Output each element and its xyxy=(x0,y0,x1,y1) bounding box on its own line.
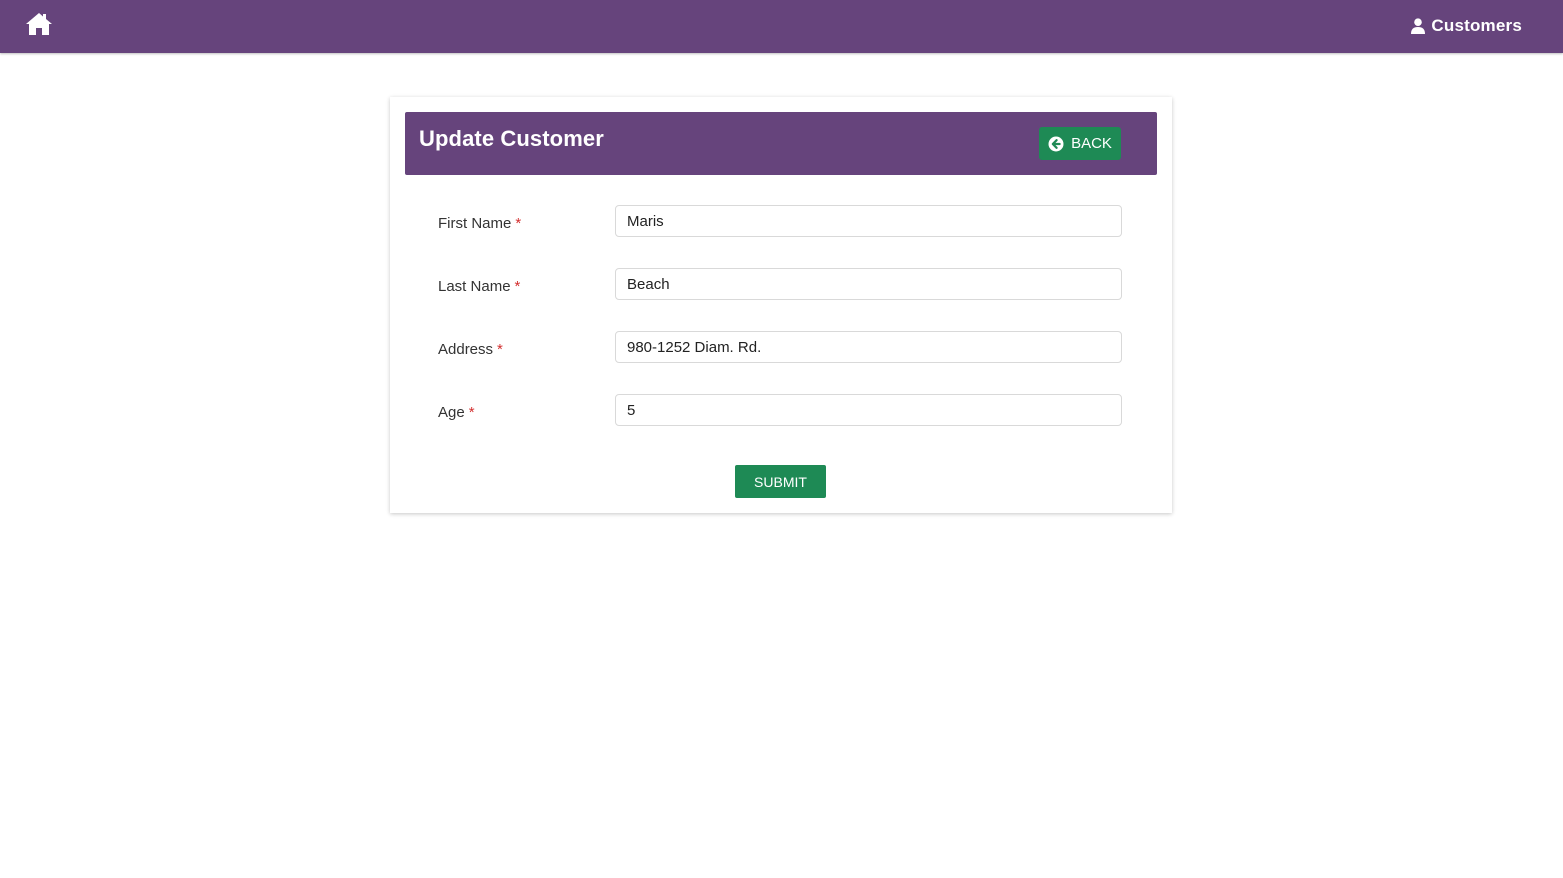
nav-customers-label: Customers xyxy=(1431,16,1522,35)
page-title: Update Customer xyxy=(419,126,604,151)
form-row-age: Age * xyxy=(438,394,1124,430)
home-icon xyxy=(26,13,52,35)
top-navbar: Customers xyxy=(0,0,1563,53)
address-label: Address * xyxy=(438,341,503,358)
form-row-address: Address * xyxy=(438,331,1124,367)
required-mark: * xyxy=(468,404,475,421)
address-input[interactable] xyxy=(615,331,1122,363)
required-mark: * xyxy=(514,278,521,295)
form-row-last-name: Last Name * xyxy=(438,268,1124,304)
home-button[interactable] xyxy=(25,11,53,37)
required-mark: * xyxy=(497,341,503,358)
age-label: Age * xyxy=(438,404,475,421)
nav-customers-link[interactable]: Customers xyxy=(1411,15,1522,37)
first-name-input[interactable] xyxy=(615,205,1122,237)
last-name-label: Last Name * xyxy=(438,278,521,295)
card-header: Update Customer BACK xyxy=(405,112,1157,175)
first-name-label: First Name * xyxy=(438,215,522,232)
user-icon xyxy=(1411,18,1426,34)
back-button-label: BACK xyxy=(1071,135,1112,152)
arrow-circle-left-icon xyxy=(1048,136,1064,151)
back-button[interactable]: BACK xyxy=(1039,127,1121,160)
update-customer-card: Update Customer BACK First Name* Last Na… xyxy=(390,97,1172,513)
age-input[interactable] xyxy=(615,394,1122,426)
last-name-input[interactable] xyxy=(615,268,1122,300)
form-row-first-name: First Name * xyxy=(438,205,1124,241)
submit-button[interactable]: SUBMIT xyxy=(735,465,826,498)
required-mark: * xyxy=(515,215,522,232)
